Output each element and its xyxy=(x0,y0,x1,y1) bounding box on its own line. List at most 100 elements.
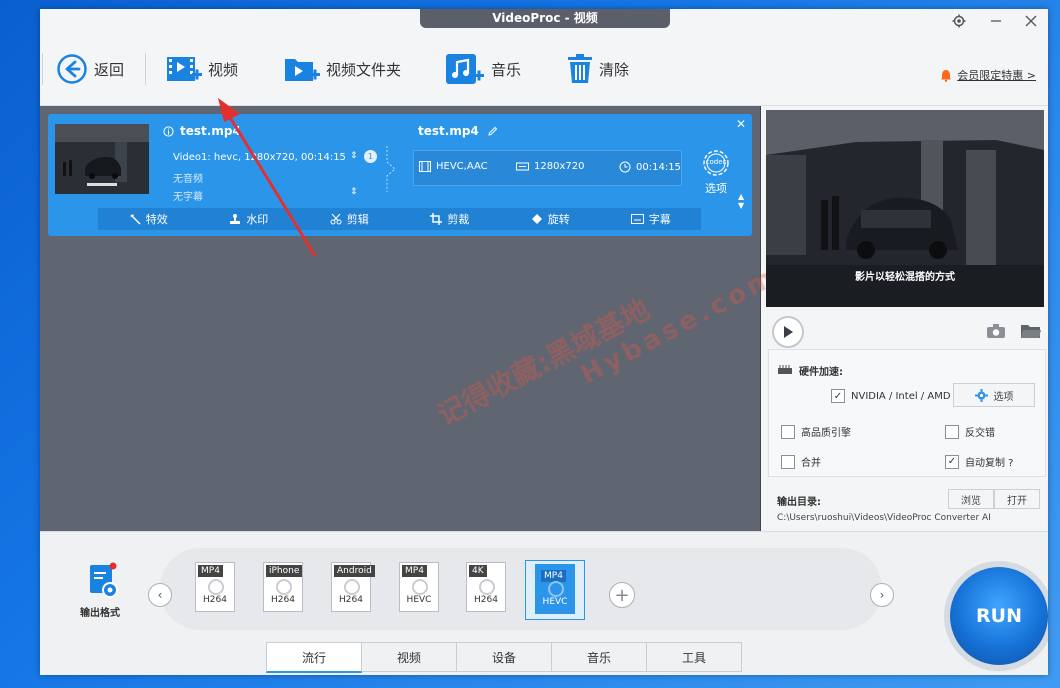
pencil-icon[interactable] xyxy=(487,126,498,137)
add-video-folder-button[interactable]: 视频文件夹 xyxy=(284,51,401,87)
format-item[interactable]: MP4 HEVC xyxy=(393,562,445,614)
annotation-arrow-icon xyxy=(218,98,317,257)
auto-copy-checkbox[interactable]: ✓ 自动复制 ? xyxy=(945,454,1014,469)
tab-popular[interactable]: 流行 xyxy=(266,642,362,673)
clear-button[interactable]: 清除 xyxy=(567,51,629,87)
tab-device[interactable]: 设备 xyxy=(457,642,552,672)
film-icon xyxy=(419,161,431,172)
camera-icon[interactable] xyxy=(986,323,1006,339)
format-item-selected[interactable]: MP4 HEVC xyxy=(525,560,585,620)
merge-label: 合并 xyxy=(801,458,821,469)
film-reel-icon xyxy=(412,579,428,595)
preview-subtitle: 影片以轻松混搭的方式 xyxy=(855,272,955,283)
codec-value: HEVC,AAC xyxy=(436,161,488,172)
video-folder-icon xyxy=(285,59,320,81)
subtitle-button[interactable]: 字幕 xyxy=(601,208,702,230)
window-title: VideoProc - 视频 xyxy=(420,9,670,28)
format-codec: H264 xyxy=(474,595,498,605)
play-button[interactable] xyxy=(772,316,804,348)
folder-icon[interactable] xyxy=(1020,323,1042,339)
format-item[interactable]: MP4 H264 xyxy=(189,562,241,614)
minimize-icon[interactable] xyxy=(985,11,1007,31)
format-codec: HEVC xyxy=(542,597,568,607)
format-item[interactable]: 4K H264 xyxy=(460,562,512,614)
deinterlace-checkbox[interactable]: 反交错 xyxy=(945,424,995,439)
tab-tools[interactable]: 工具 xyxy=(647,642,742,672)
crop-label: 剪裁 xyxy=(447,213,470,226)
duration-info: 00:14:15 xyxy=(619,161,681,173)
format-next-button[interactable]: › xyxy=(870,583,894,607)
promo-link[interactable]: 会员限定特惠 > xyxy=(940,67,1036,83)
subtitle-dropdown-icon[interactable]: ⇕ xyxy=(350,187,358,197)
format-codec: H264 xyxy=(339,595,363,605)
video-preview[interactable]: 影片以轻松混搭的方式 xyxy=(766,110,1044,307)
preview-controls xyxy=(766,313,1044,348)
hw-options-button[interactable]: 选项 xyxy=(953,383,1035,407)
format-item[interactable]: Android H264 xyxy=(325,562,377,614)
back-label: 返回 xyxy=(94,60,125,79)
scissors-icon xyxy=(330,213,342,225)
reorder-arrows-icon[interactable]: ▲ ▼ xyxy=(738,192,744,210)
open-button[interactable]: 打开 xyxy=(994,489,1040,509)
remove-file-icon[interactable]: ✕ xyxy=(736,117,746,131)
resolution-info: 1280x720 xyxy=(516,161,584,172)
crop-icon xyxy=(430,213,443,225)
hw-accel-label: 硬件加速: xyxy=(799,367,843,378)
settings-panel: 硬件加速: ✓ NVIDIA / Intel / AMD 选项 高品质引擎 反交… xyxy=(768,349,1046,477)
promo-label: 会员限定特惠 > xyxy=(957,69,1036,82)
output-directory: 输出目录: 浏览 打开 C:\Users\ruoshui\Videos\Vide… xyxy=(768,485,1044,531)
magic-wand-icon xyxy=(129,214,141,225)
format-tag: 4K xyxy=(469,565,487,577)
merge-check-box[interactable] xyxy=(781,454,795,469)
output-file-row[interactable]: test.mp4 xyxy=(418,124,498,138)
output-info-box: HEVC,AAC 1280x720 00:14:15 xyxy=(413,150,682,186)
video-thumbnail[interactable] xyxy=(55,124,149,194)
codec-badge-label: codec xyxy=(705,158,727,166)
close-icon[interactable] xyxy=(1020,11,1042,31)
back-button[interactable]: 返回 xyxy=(56,51,124,87)
format-prev-button[interactable]: ‹ xyxy=(148,583,172,607)
codec-options-button[interactable]: codec 选项 xyxy=(698,147,734,196)
resolution-value: 1280x720 xyxy=(534,161,585,172)
add-music-button[interactable]: 音乐 xyxy=(445,51,521,87)
rotate-icon xyxy=(531,214,542,224)
format-codec: H264 xyxy=(203,595,227,605)
merge-checkbox[interactable]: 合并 xyxy=(781,454,821,469)
tab-video[interactable]: 视频 xyxy=(362,642,457,672)
video-track-dropdown-icon[interactable]: ⇕ xyxy=(350,151,358,161)
chip-icon xyxy=(778,364,792,374)
add-format-button[interactable]: + xyxy=(609,582,635,608)
hw-accel-row: 硬件加速: xyxy=(777,363,843,378)
back-arrow-icon xyxy=(57,54,87,84)
options-label: 选项 xyxy=(705,182,727,195)
effects-button[interactable]: 特效 xyxy=(98,208,199,230)
format-tag: MP4 xyxy=(402,565,427,577)
crop-button[interactable]: 剪裁 xyxy=(400,208,501,230)
audio-track-info: 无音频 xyxy=(173,174,203,185)
high-quality-label: 高品质引擎 xyxy=(801,428,851,439)
deinterlace-check-box[interactable] xyxy=(945,424,959,439)
film-reel-icon xyxy=(548,581,564,597)
gpu-check-box[interactable]: ✓ xyxy=(831,389,845,403)
file-card[interactable]: test.mp4 Video1: hevc, 1280x720, 00:14:1… xyxy=(48,114,752,236)
browse-button[interactable]: 浏览 xyxy=(948,489,994,509)
output-format-button[interactable]: 输出格式 xyxy=(70,562,130,619)
format-item[interactable]: iPhone H264 xyxy=(257,562,309,614)
add-video-button[interactable]: 视频 xyxy=(166,51,238,87)
rotate-button[interactable]: 旋转 xyxy=(500,208,601,230)
settings-gear-icon[interactable] xyxy=(948,11,970,31)
app-window: VideoProc - 视频 返回 视频 视频文件夹 音乐 清除 会员限定特惠 … xyxy=(40,9,1048,675)
hw-options-label: 选项 xyxy=(993,391,1014,403)
video-folder-label: 视频文件夹 xyxy=(326,60,402,79)
film-reel-icon xyxy=(479,579,495,595)
run-button[interactable]: RUN xyxy=(950,567,1048,665)
auto-copy-check-box[interactable]: ✓ xyxy=(945,454,959,469)
toolbar-divider xyxy=(145,53,146,85)
subtitle-track-info: 无字幕 xyxy=(173,192,203,203)
codec-info: HEVC,AAC xyxy=(419,161,488,172)
gpu-checkbox[interactable]: ✓ NVIDIA / Intel / AMD xyxy=(831,389,951,403)
high-quality-checkbox[interactable]: 高品质引擎 xyxy=(781,424,851,439)
format-codec: H264 xyxy=(271,595,295,605)
tab-music[interactable]: 音乐 xyxy=(552,642,647,672)
high-quality-check-box[interactable] xyxy=(781,424,795,439)
